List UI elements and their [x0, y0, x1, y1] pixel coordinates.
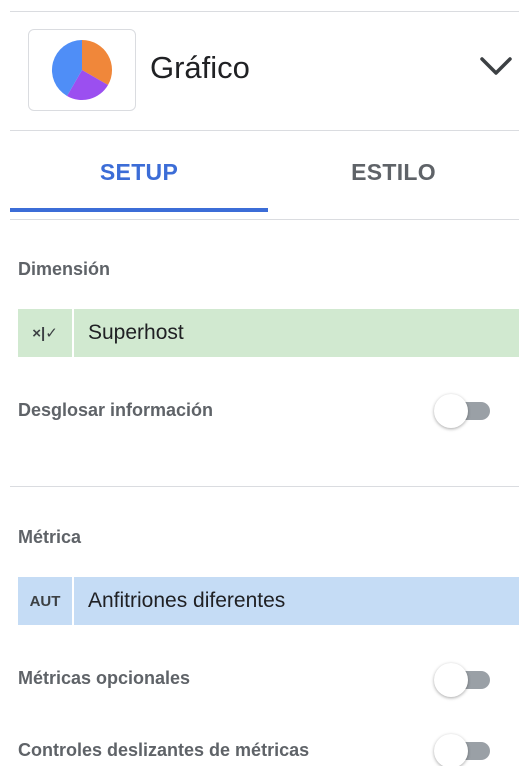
chevron-down-icon[interactable] — [479, 54, 513, 78]
aggregation-type-label: AUT — [18, 577, 74, 625]
optional-metrics-toggle[interactable] — [434, 663, 494, 697]
toggle-knob — [434, 394, 468, 428]
metric-sliders-label: Controles deslizantes de métricas — [18, 740, 310, 760]
active-tab-indicator — [10, 208, 268, 212]
chart-type-title: Gráfico — [150, 50, 250, 85]
tab-setup[interactable]: SETUP — [10, 131, 268, 213]
toggle-knob — [434, 663, 468, 697]
metric-field-name: Anfitriones diferentes — [74, 577, 519, 625]
chart-thumbnail — [28, 29, 136, 111]
boolean-type-icon: ×|✓ — [18, 309, 74, 357]
metric-chip[interactable]: AUT Anfitriones diferentes — [18, 577, 519, 625]
metric-sliders-toggle[interactable] — [434, 734, 494, 766]
tab-bar: SETUP ESTILO — [10, 131, 519, 213]
toggle-knob — [434, 734, 468, 766]
breakdown-label: Desglosar información — [18, 400, 214, 420]
metric-section-label: Métrica — [18, 527, 82, 547]
dimension-section-label: Dimensión — [18, 259, 111, 279]
chart-type-picker[interactable]: Gráfico — [10, 12, 519, 130]
breakdown-toggle[interactable] — [434, 394, 494, 428]
dimension-chip[interactable]: ×|✓ Superhost — [18, 309, 519, 357]
dimension-field-name: Superhost — [74, 309, 519, 357]
optional-metrics-label: Métricas opcionales — [18, 668, 191, 688]
section-divider — [10, 486, 519, 487]
pie-chart-icon — [51, 39, 113, 101]
tab-estilo[interactable]: ESTILO — [268, 131, 519, 213]
tabs-divider — [10, 219, 519, 220]
